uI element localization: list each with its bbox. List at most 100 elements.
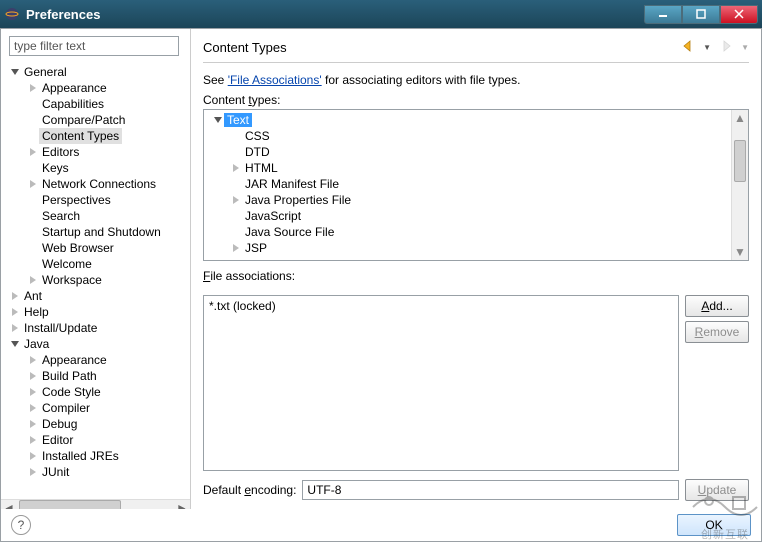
collapse-icon[interactable] [9,338,21,350]
file-association-item[interactable]: *.txt (locked) [209,299,673,313]
window-maximize-button[interactable] [682,5,720,24]
preference-tree-item[interactable]: Debug [9,416,188,432]
preference-tree-item[interactable]: Java [9,336,188,352]
help-icon[interactable]: ? [11,515,31,535]
preference-tree-item[interactable]: Web Browser [9,240,188,256]
collapse-icon[interactable] [9,66,21,78]
file-associations-section: *.txt (locked) Add... Remove [203,295,749,471]
preference-tree-item-label: Appearance [39,352,110,368]
preference-tree-item[interactable]: Installed JREs [9,448,188,464]
collapse-icon[interactable] [212,114,224,126]
preference-tree-item[interactable]: Editors [9,144,188,160]
encoding-input[interactable] [302,480,679,500]
scroll-left-icon[interactable]: ◄ [1,501,17,509]
titlebar: Preferences [0,0,762,28]
scroll-right-icon[interactable]: ► [174,501,190,509]
expand-icon[interactable] [27,82,39,94]
window-minimize-button[interactable] [644,5,682,24]
expand-icon[interactable] [9,306,21,318]
preference-tree-item[interactable]: General [9,64,188,80]
expand-icon[interactable] [27,466,39,478]
file-associations-link[interactable]: 'File Associations' [228,73,322,87]
preference-tree-item[interactable]: Perspectives [9,192,188,208]
content-types-tree[interactable]: TextCSSDTDHTMLJAR Manifest FileJava Prop… [203,109,749,261]
content-type-item-label: Text [224,113,252,127]
preference-tree-item-label: Editors [39,144,82,160]
eclipse-icon [4,6,20,22]
scroll-down-icon[interactable]: ▼ [732,244,748,260]
content-type-item[interactable]: Java Source File [208,224,746,240]
encoding-label: Default encoding: [203,483,296,497]
back-dropdown-icon[interactable]: ▼ [703,43,711,52]
vertical-scrollbar[interactable]: ▲ ▼ [731,110,748,260]
content-type-item[interactable]: HTML [208,160,746,176]
preference-tree-item[interactable]: Build Path [9,368,188,384]
content-type-item[interactable]: JavaScript [208,208,746,224]
back-icon[interactable] [681,39,695,56]
expand-icon[interactable] [230,242,242,254]
preference-tree-item[interactable]: Startup and Shutdown [9,224,188,240]
expand-icon[interactable] [230,194,242,206]
preference-tree[interactable]: GeneralAppearanceCapabilitiesCompare/Pat… [1,60,190,499]
preference-tree-item[interactable]: Appearance [9,80,188,96]
expand-icon[interactable] [9,290,21,302]
window-close-button[interactable] [720,5,758,24]
preference-tree-item[interactable]: Install/Update [9,320,188,336]
content-type-item[interactable]: Text [208,112,746,128]
expand-icon[interactable] [27,274,39,286]
expand-icon[interactable] [27,450,39,462]
expand-icon[interactable] [27,370,39,382]
preference-tree-item-label: Network Connections [39,176,159,192]
file-associations-list[interactable]: *.txt (locked) [203,295,679,471]
preference-tree-item-label: JUnit [39,464,72,480]
scroll-thumb[interactable] [19,500,121,509]
expand-icon[interactable] [27,146,39,158]
horizontal-scrollbar[interactable]: ◄ ► [1,499,190,509]
preference-tree-item-label: Workspace [39,272,105,288]
expand-icon[interactable] [27,178,39,190]
preference-tree-item[interactable]: Appearance [9,352,188,368]
content-type-item-label: JavaScript [242,209,304,223]
preference-tree-item-label: Welcome [39,256,95,272]
preference-tree-item[interactable]: Code Style [9,384,188,400]
preference-tree-item[interactable]: Compare/Patch [9,112,188,128]
scroll-thumb[interactable] [734,140,746,182]
filter-input[interactable] [9,36,179,56]
content-type-item[interactable]: CSS [208,128,746,144]
preference-tree-item[interactable]: Keys [9,160,188,176]
expand-icon[interactable] [27,354,39,366]
content-type-item[interactable]: DTD [208,144,746,160]
preference-tree-item-label: Compiler [39,400,93,416]
preference-tree-item[interactable]: Welcome [9,256,188,272]
hint-prefix: See [203,73,228,87]
preference-tree-item[interactable]: Capabilities [9,96,188,112]
preference-tree-item-label: Java [21,336,52,352]
preference-tree-item[interactable]: Workspace [9,272,188,288]
add-button[interactable]: Add... [685,295,749,317]
preference-tree-item[interactable]: Network Connections [9,176,188,192]
page-title: Content Types [203,40,681,55]
expand-icon[interactable] [27,434,39,446]
content-type-item[interactable]: JSP [208,240,746,256]
scroll-up-icon[interactable]: ▲ [732,110,748,126]
preference-tree-item[interactable]: JUnit [9,464,188,480]
preference-tree-item[interactable]: Search [9,208,188,224]
expand-icon[interactable] [27,386,39,398]
preference-tree-item[interactable]: Ant [9,288,188,304]
ok-button[interactable]: OK [677,514,751,536]
window-buttons [644,5,758,24]
expand-icon[interactable] [9,322,21,334]
preference-tree-item[interactable]: Editor [9,432,188,448]
preference-tree-item[interactable]: Compiler [9,400,188,416]
remove-button: Remove [685,321,749,343]
expand-icon[interactable] [27,418,39,430]
content-type-item[interactable]: JAR Manifest File [208,176,746,192]
preference-tree-item[interactable]: Help [9,304,188,320]
expand-icon[interactable] [230,162,242,174]
preference-tree-item-label: Install/Update [21,320,100,336]
forward-icon[interactable] [719,39,733,56]
forward-dropdown-icon[interactable]: ▼ [741,43,749,52]
content-type-item[interactable]: Java Properties File [208,192,746,208]
expand-icon[interactable] [27,402,39,414]
preference-tree-item[interactable]: Content Types [9,128,188,144]
